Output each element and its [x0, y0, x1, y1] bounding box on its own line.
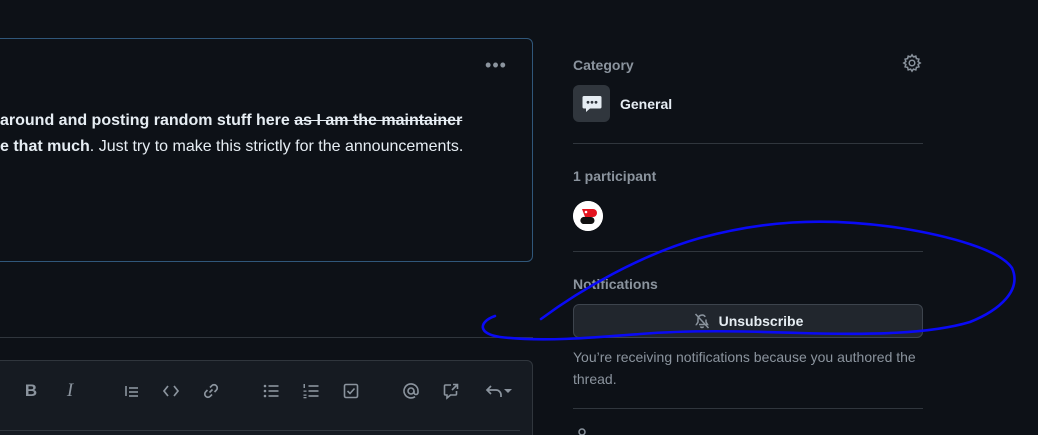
gear-icon[interactable] — [902, 53, 922, 73]
bulleted-list-button[interactable] — [258, 378, 284, 404]
mention-icon — [403, 383, 419, 399]
bold-icon: B — [24, 381, 38, 400]
bulleted-list-icon — [263, 384, 279, 398]
sidebar-divider-3 — [573, 408, 923, 409]
reference-button[interactable] — [438, 378, 464, 404]
task-list-icon — [343, 383, 359, 399]
italic-icon: I — [66, 380, 74, 401]
bold-button[interactable]: B — [18, 378, 44, 404]
reply-icon — [485, 385, 502, 397]
comment-options-icon[interactable]: ••• — [483, 55, 509, 75]
comment-bold-text-2: e that much — [0, 138, 90, 155]
mention-button[interactable] — [398, 378, 424, 404]
participants-heading: 1 participant — [573, 168, 657, 184]
lock-icon — [575, 427, 589, 435]
sidebar-divider — [573, 143, 923, 144]
saved-replies-button[interactable] — [480, 378, 518, 404]
numbered-list-button[interactable] — [298, 378, 324, 404]
comment-text-line-2: e that much. Just try to make this stric… — [0, 138, 520, 156]
link-icon — [203, 383, 219, 399]
participant-avatar[interactable] — [573, 201, 603, 231]
link-button[interactable] — [198, 378, 224, 404]
timeline-divider — [0, 337, 533, 338]
sidebar-divider-2 — [573, 251, 923, 252]
comment-text-line-1: around and posting random stuff here as … — [0, 112, 520, 130]
notifications-reason: You’re receiving notifications because y… — [573, 349, 916, 387]
code-button[interactable] — [158, 378, 184, 404]
cross-reference-icon — [443, 383, 459, 400]
numbered-list-icon — [303, 384, 319, 399]
discussion-page: ••• around and posting random stuff here… — [0, 0, 1038, 435]
task-list-button[interactable] — [338, 378, 364, 404]
unsubscribe-label: Unsubscribe — [718, 313, 804, 329]
comment-bold-text: around and posting random stuff here — [0, 112, 295, 129]
reply-textarea[interactable] — [0, 430, 520, 435]
code-icon — [162, 385, 180, 397]
italic-button[interactable]: I — [57, 378, 83, 404]
unsubscribe-button[interactable]: Unsubscribe — [573, 304, 923, 338]
category-emoji-icon — [573, 85, 610, 122]
caret-down-icon — [504, 389, 512, 393]
comment-strikethrough-text: as I am the maintainer — [294, 112, 463, 129]
bell-slash-icon — [694, 313, 709, 329]
notifications-heading: Notifications — [573, 276, 658, 292]
comment-body-text: . Just try to make this strictly for the… — [89, 138, 464, 155]
category-name[interactable]: General — [620, 96, 672, 112]
category-heading: Category — [573, 57, 634, 73]
heading-button[interactable] — [118, 378, 144, 404]
heading-list-icon — [125, 386, 138, 397]
